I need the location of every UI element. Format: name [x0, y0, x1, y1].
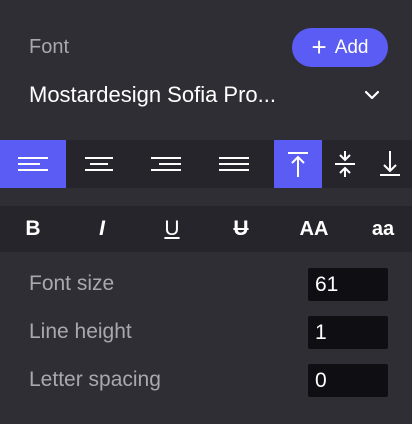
add-button-label: Add [334, 36, 369, 58]
uppercase-button[interactable]: AA [290, 206, 338, 252]
align-left-button[interactable] [0, 140, 66, 188]
justify-button[interactable] [200, 140, 268, 188]
bold-button[interactable]: B [10, 206, 56, 252]
chevron-down-icon[interactable] [361, 84, 383, 106]
strikethrough-button[interactable]: U [218, 206, 264, 252]
align-middle-icon [335, 151, 355, 177]
line-height-label: Line height [29, 320, 132, 343]
align-top-icon [288, 152, 308, 177]
align-middle-button[interactable] [322, 140, 368, 188]
align-bottom-icon [380, 151, 400, 176]
letter-spacing-label: Letter spacing [29, 368, 161, 391]
justify-icon [219, 157, 249, 171]
font-family-select[interactable]: Mostardesign Sofia Pro... [29, 82, 276, 108]
letter-spacing-input[interactable]: 0 [308, 364, 388, 397]
add-font-button[interactable]: + Add [292, 28, 388, 67]
lowercase-button[interactable]: aa [358, 206, 408, 252]
alignment-toolbar [0, 140, 412, 188]
font-section-label: Font [29, 36, 70, 58]
line-height-input[interactable]: 1 [308, 316, 388, 349]
align-center-button[interactable] [66, 140, 132, 188]
align-top-button[interactable] [274, 140, 322, 188]
italic-button[interactable]: I [79, 206, 125, 252]
align-center-icon [85, 157, 113, 171]
align-right-button[interactable] [132, 140, 200, 188]
plus-icon: + [311, 31, 327, 62]
underline-button[interactable]: U [149, 206, 195, 252]
align-left-icon [18, 157, 48, 171]
text-style-toolbar: B I U U AA aa [0, 206, 412, 252]
font-size-label: Font size [29, 272, 115, 295]
font-size-input[interactable]: 61 [308, 268, 388, 301]
align-right-icon [151, 157, 181, 171]
align-bottom-button[interactable] [368, 140, 412, 188]
